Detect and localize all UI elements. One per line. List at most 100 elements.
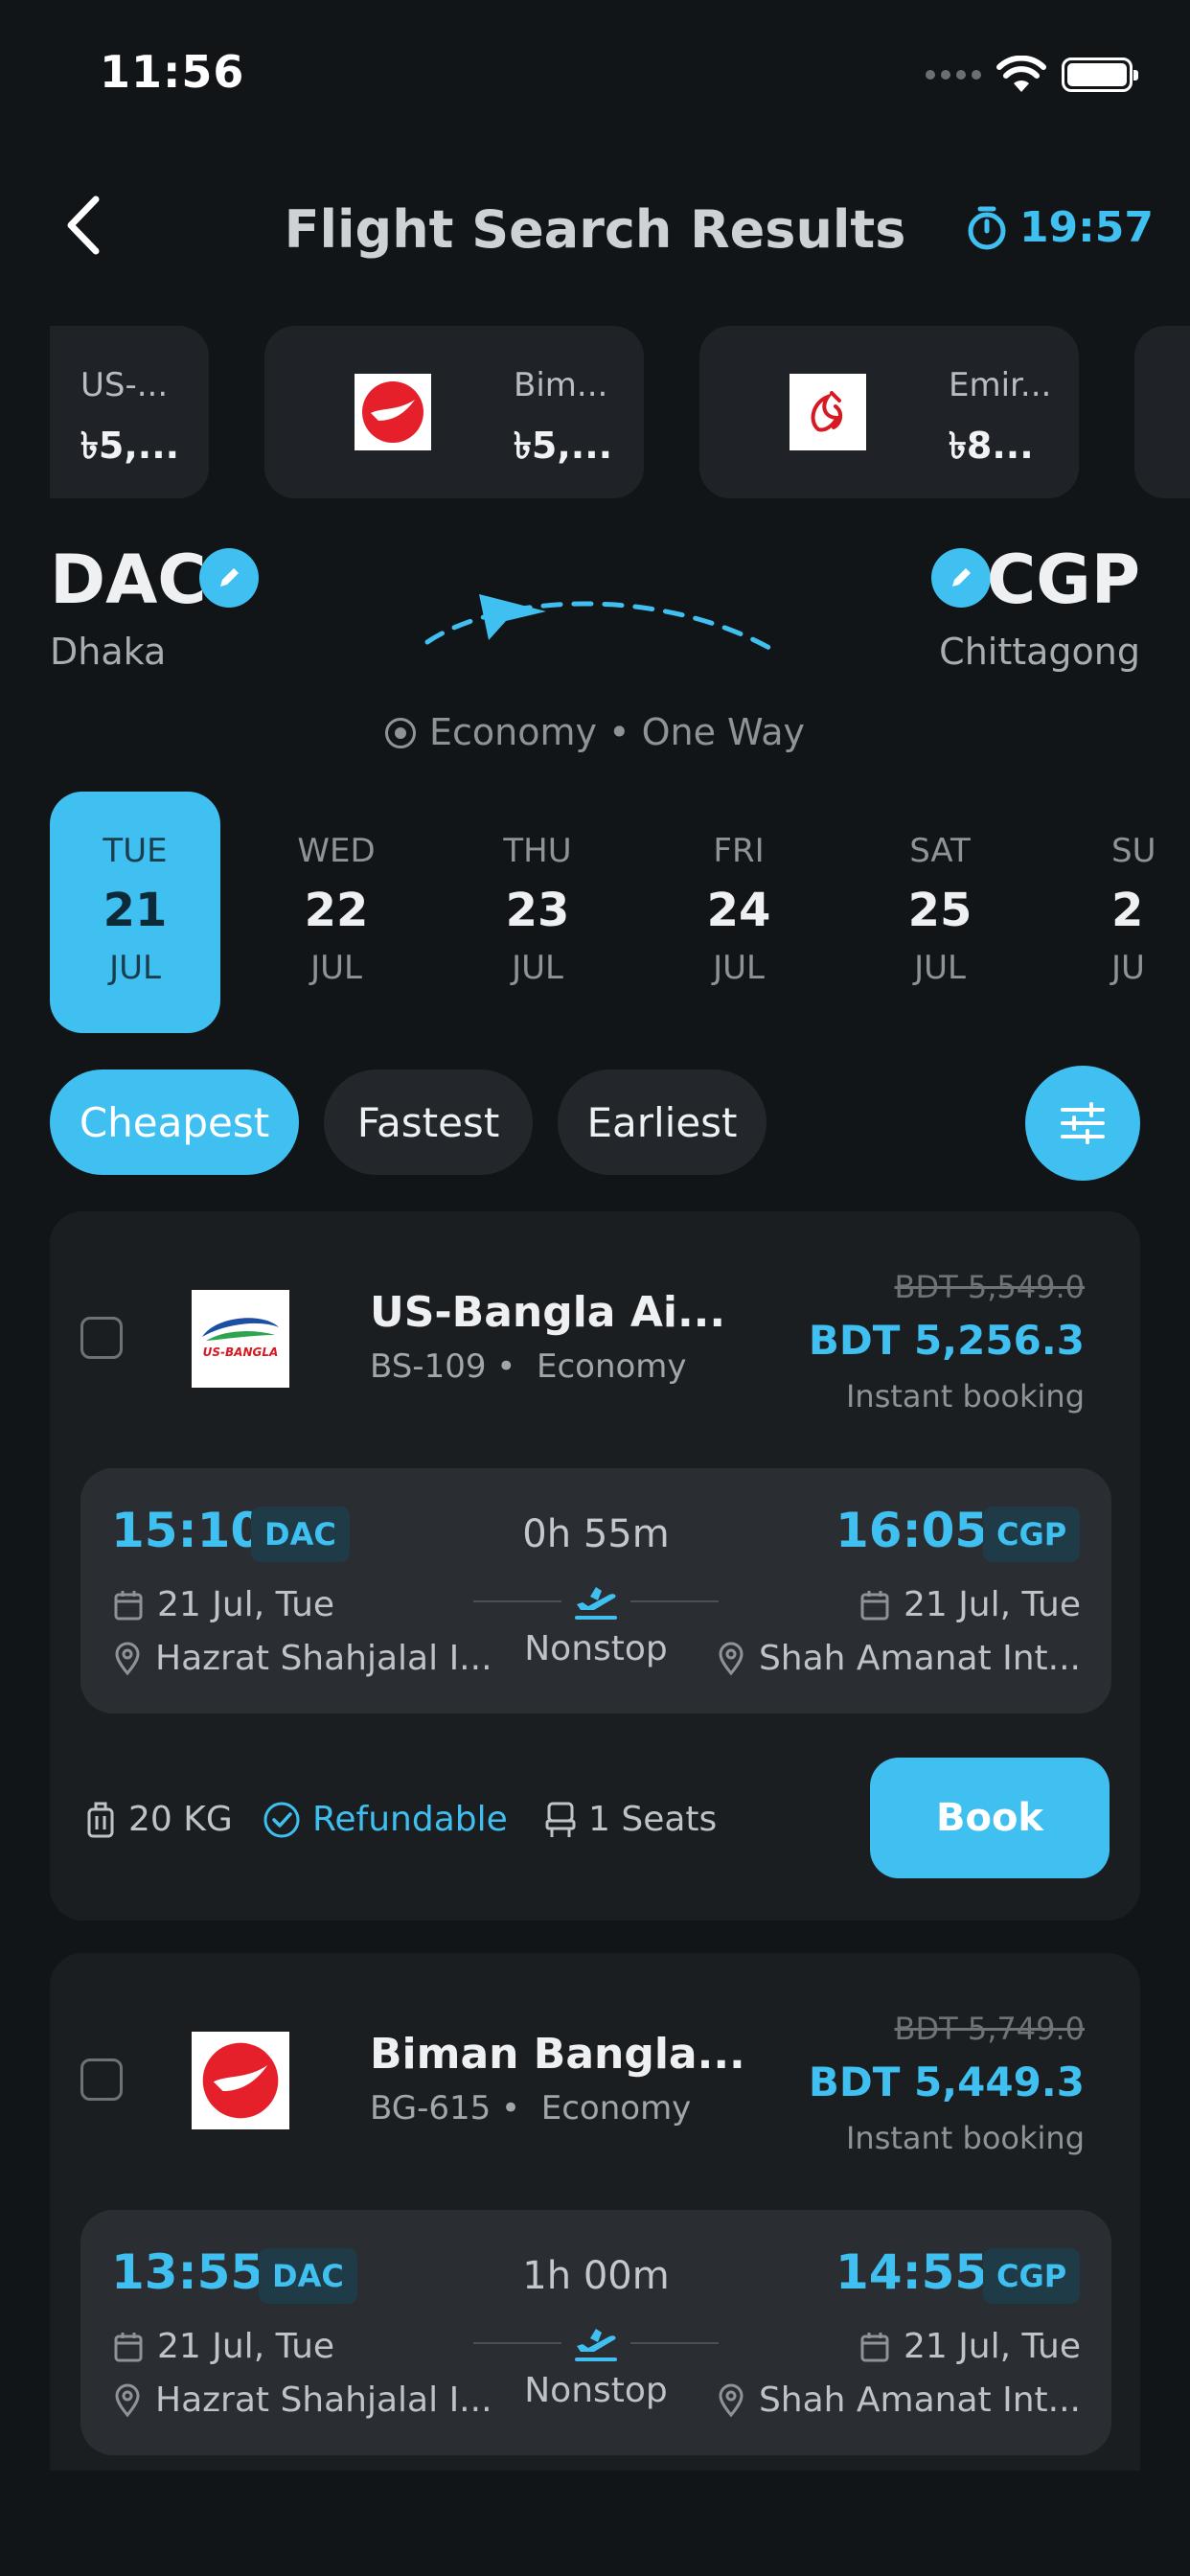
chip-airline-name: Bim... (514, 366, 608, 404)
filter-button[interactable] (1025, 1066, 1140, 1181)
sort-fastest-button[interactable]: Fastest (324, 1070, 533, 1175)
departure-date: 21 Jul, Tue (157, 1585, 335, 1624)
date-dow: SAT (909, 832, 971, 870)
pencil-icon (220, 568, 239, 586)
flight-card[interactable]: Biman Bangla... BG-615 • Economy BDT 5,7… (50, 1953, 1140, 2471)
status-time: 11:56 (100, 46, 245, 98)
airline-name: Biman Bangla... (370, 2030, 745, 2079)
date-dow: THU (503, 832, 572, 870)
chip-airline-name: US-... (80, 366, 169, 404)
date-thu-23[interactable]: THU 23 JUL (452, 792, 623, 1033)
airline-chip-more[interactable] (1134, 326, 1190, 498)
arrival-time: 14:55 (835, 2244, 989, 2300)
select-flight-checkbox[interactable] (80, 1317, 123, 1359)
date-day: 23 (505, 884, 570, 937)
calendar-icon (860, 1590, 889, 1620)
seats-info: 1 Seats (544, 1800, 717, 1839)
date-sun-26[interactable]: SU 2 JU (1090, 792, 1190, 1033)
baggage-info: 20 KG (84, 1800, 233, 1839)
plane-takeoff-icon (575, 1587, 617, 1620)
booking-type: Instant booking (845, 2120, 1085, 2156)
date-month: JUL (512, 949, 563, 987)
biman-logo-icon (192, 2032, 289, 2129)
booking-type: Instant booking (845, 1378, 1085, 1414)
emirates-logo-icon (790, 374, 866, 450)
session-timer: 19:57 (966, 203, 1154, 252)
date-fri-24[interactable]: FRI 24 JUL (653, 792, 824, 1033)
date-tue-21[interactable]: TUE 21 JUL (50, 792, 220, 1033)
route-line (473, 1600, 561, 1602)
location-pin-icon (719, 2383, 744, 2417)
pencil-icon (952, 568, 971, 586)
luggage-icon (87, 1802, 114, 1837)
flight-info: BG-615 • Economy (370, 2089, 692, 2128)
flight-number: BS-109 (370, 1347, 487, 1386)
signal-icon (926, 70, 981, 80)
biman-logo-icon (355, 374, 431, 450)
wifi-icon (996, 56, 1046, 92)
calendar-icon (114, 1590, 143, 1620)
chip-price: ৳8... (949, 425, 1034, 467)
date-day: 22 (304, 884, 369, 937)
flight-segment: 15:10 DAC 0h 55m 16:05 CGP 21 Jul, Tue H… (80, 1468, 1111, 1714)
route-line (630, 1600, 719, 1602)
seats-available: 1 Seats (588, 1800, 718, 1839)
chip-price: ৳5,... (514, 425, 613, 467)
arrival-airport-row: Shah Amanat Int... (717, 1639, 1081, 1678)
arrival-code: CGP (983, 2248, 1081, 2304)
destination-city: Chittagong (939, 631, 1140, 673)
select-flight-checkbox[interactable] (80, 2058, 123, 2101)
check-circle-icon (263, 1802, 300, 1837)
flight-cabin: Economy (536, 1347, 687, 1386)
date-dow: TUE (103, 832, 168, 870)
date-day: 25 (907, 884, 973, 937)
edit-destination-button[interactable] (931, 548, 991, 608)
plane-takeoff-icon (575, 2329, 617, 2361)
destination-code: CGP (986, 540, 1140, 619)
arrival-date-row: 21 Jul, Tue (859, 2327, 1081, 2366)
route-line (473, 2342, 561, 2344)
refund-info: Refundable (263, 1800, 508, 1839)
arrival-date-row: 21 Jul, Tue (859, 1585, 1081, 1624)
date-dow: SU (1111, 832, 1156, 870)
flight-cabin: Economy (540, 2089, 692, 2128)
location-pin-icon (719, 1642, 744, 1675)
date-month: JUL (914, 949, 966, 987)
date-wed-22[interactable]: WED 22 JUL (251, 792, 422, 1033)
stopwatch-icon (968, 206, 1006, 249)
chip-airline-name: Emir... (949, 366, 1052, 404)
cabin-trip-type: Economy • One Way (429, 711, 805, 753)
calendar-icon (114, 2332, 143, 2361)
original-price: BDT 5,749.0 (894, 2011, 1085, 2047)
flight-path-icon (424, 594, 779, 655)
date-sat-25[interactable]: SAT 25 JUL (855, 792, 1025, 1033)
departure-date-row: 21 Jul, Tue (113, 1585, 334, 1624)
us-bangla-logo-icon: US-BANGLA (192, 1290, 289, 1388)
airline-chip-biman[interactable]: Bim... ৳5,... (264, 326, 644, 498)
arrival-time: 16:05 (835, 1503, 989, 1558)
book-button[interactable]: Book (870, 1758, 1110, 1878)
sort-earliest-button[interactable]: Earliest (558, 1070, 767, 1175)
date-dow: FRI (713, 832, 765, 870)
refund-status: Refundable (312, 1800, 508, 1839)
battery-icon (1062, 58, 1138, 92)
flight-price: BDT 5,449.3 (808, 2058, 1085, 2105)
airline-chip-emirates[interactable]: Emir... ৳8... (699, 326, 1079, 498)
arrival-airport-row: Shah Amanat Int... (717, 2380, 1081, 2420)
date-month: JUL (109, 949, 161, 987)
timer-value: 19:57 (1018, 203, 1154, 252)
sort-cheapest-button[interactable]: Cheapest (50, 1070, 299, 1175)
airline-chip-us-bangla[interactable]: US-... ৳5,... (50, 326, 209, 498)
departure-date: 21 Jul, Tue (157, 2327, 335, 2366)
origin-code: DAC (50, 540, 207, 619)
seat-icon (545, 1802, 576, 1837)
arrival-date: 21 Jul, Tue (903, 2327, 1081, 2366)
date-dow: WED (297, 832, 376, 870)
flight-card[interactable]: US-BANGLA US-Bangla Ai... BS-109 • Econo… (50, 1211, 1140, 1920)
svg-text:US-BANGLA: US-BANGLA (203, 1346, 279, 1359)
original-price: BDT 5,549.0 (894, 1269, 1085, 1305)
sliders-icon (1061, 1102, 1105, 1144)
airline-name: US-Bangla Ai... (370, 1288, 726, 1337)
edit-origin-button[interactable] (199, 548, 259, 608)
date-day: 24 (706, 884, 771, 937)
